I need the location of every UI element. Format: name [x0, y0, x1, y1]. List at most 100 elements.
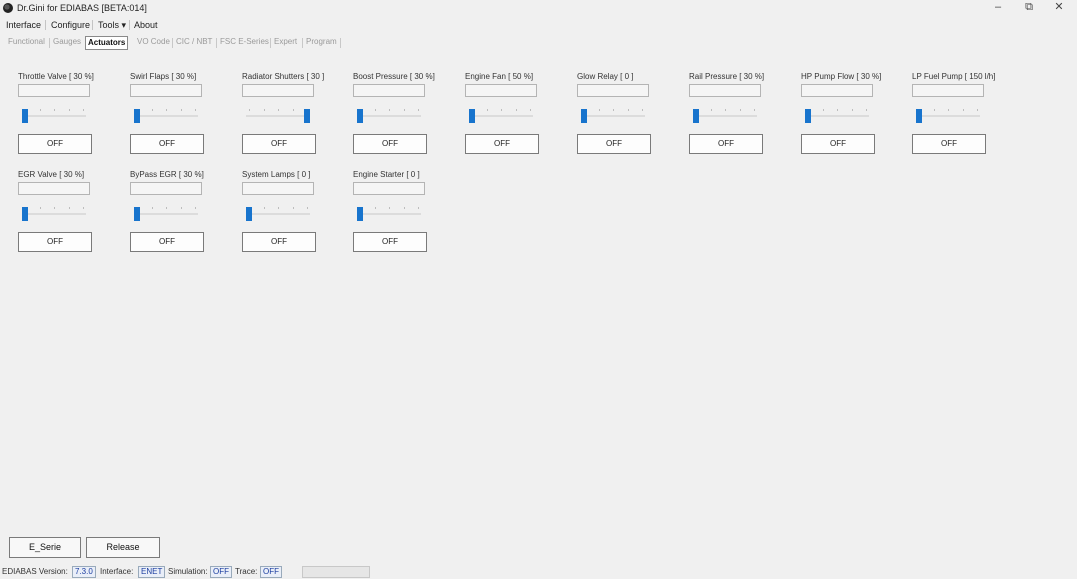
slider-thumb[interactable] — [357, 207, 363, 221]
slider-tick — [293, 109, 294, 111]
tab-cic-nbt[interactable]: CIC / NBT — [176, 37, 212, 46]
slider-thumb[interactable] — [22, 109, 28, 123]
release-button[interactable]: Release — [86, 537, 160, 558]
slider-thumb[interactable] — [805, 109, 811, 123]
slider-tick — [754, 109, 755, 111]
system-lamps-off-button[interactable]: OFF — [242, 232, 316, 252]
glow-relay-slider[interactable] — [581, 109, 645, 123]
minimize-button[interactable]: – — [982, 0, 1014, 17]
egr-valve-value-field[interactable] — [18, 182, 90, 195]
swirl-flaps-off-button[interactable]: OFF — [130, 134, 204, 154]
tab-fsc-e-series[interactable]: FSC E-Series — [220, 37, 269, 46]
slider-thumb[interactable] — [693, 109, 699, 123]
swirl-flaps-slider[interactable] — [134, 109, 198, 123]
egr-valve-off-button[interactable]: OFF — [18, 232, 92, 252]
engine-starter-value-field[interactable] — [353, 182, 425, 195]
slider-track — [357, 213, 421, 215]
tab-expert[interactable]: Expert — [274, 37, 297, 46]
glow-relay-value-field[interactable] — [577, 84, 649, 97]
slider-tick — [404, 109, 405, 111]
slider-tick — [264, 207, 265, 209]
slider-thumb[interactable] — [246, 207, 252, 221]
slider-track — [22, 213, 86, 215]
slider-thumb[interactable] — [22, 207, 28, 221]
slider-track — [581, 115, 645, 117]
tab-program[interactable]: Program — [306, 37, 337, 46]
glow-relay-label: Glow Relay [ 0 ] — [577, 72, 634, 81]
egr-valve-slider[interactable] — [22, 207, 86, 221]
lp-fuel-pump-value-field[interactable] — [912, 84, 984, 97]
throttle-valve-slider[interactable] — [22, 109, 86, 123]
slider-tick — [711, 109, 712, 111]
slider-thumb[interactable] — [469, 109, 475, 123]
bypass-egr-slider[interactable] — [134, 207, 198, 221]
slider-tick — [823, 109, 824, 111]
throttle-valve-value-field[interactable] — [18, 84, 90, 97]
slider-tick — [249, 109, 250, 111]
engine-starter-off-button[interactable]: OFF — [353, 232, 427, 252]
boost-pressure-value-field[interactable] — [353, 84, 425, 97]
slider-tick — [948, 109, 949, 111]
radiator-shutters-off-button[interactable]: OFF — [242, 134, 316, 154]
tab-gauges[interactable]: Gauges — [53, 37, 81, 46]
tab-vo-code[interactable]: VO Code — [137, 37, 170, 46]
close-button[interactable]: ✕ — [1043, 0, 1075, 17]
rail-pressure-value-field[interactable] — [689, 84, 761, 97]
restore-button[interactable]: ⧉ — [1013, 0, 1045, 17]
system-lamps-value-field[interactable] — [242, 182, 314, 195]
slider-thumb[interactable] — [581, 109, 587, 123]
boost-pressure-slider[interactable] — [357, 109, 421, 123]
lp-fuel-pump-slider[interactable] — [916, 109, 980, 123]
engine-starter-slider[interactable] — [357, 207, 421, 221]
slider-thumb[interactable] — [304, 109, 310, 123]
slider-tick — [725, 109, 726, 111]
slider-track — [134, 115, 198, 117]
tab-actuators[interactable]: Actuators — [85, 36, 129, 50]
slider-thumb[interactable] — [357, 109, 363, 123]
hp-pump-flow-off-button[interactable]: OFF — [801, 134, 875, 154]
rail-pressure-slider[interactable] — [693, 109, 757, 123]
progress-bar — [302, 566, 370, 578]
trace-label: Trace: — [235, 567, 258, 576]
menu-configure[interactable]: Configure — [51, 20, 90, 30]
bypass-egr-off-button[interactable]: OFF — [130, 232, 204, 252]
menu-tools[interactable]: Tools ▾ — [98, 20, 126, 31]
hp-pump-flow-value-field[interactable] — [801, 84, 873, 97]
slider-tick — [642, 109, 643, 111]
slider-tick — [264, 109, 265, 111]
bypass-egr-value-field[interactable] — [130, 182, 202, 195]
slider-tick — [152, 109, 153, 111]
hp-pump-flow-slider[interactable] — [805, 109, 869, 123]
menu-about[interactable]: About — [134, 20, 158, 30]
slider-tick — [195, 207, 196, 209]
slider-thumb[interactable] — [134, 109, 140, 123]
engine-fan-off-button[interactable]: OFF — [465, 134, 539, 154]
slider-tick — [852, 109, 853, 111]
boost-pressure-off-button[interactable]: OFF — [353, 134, 427, 154]
engine-fan-value-field[interactable] — [465, 84, 537, 97]
e-serie-button[interactable]: E_Serie — [9, 537, 81, 558]
throttle-valve-off-button[interactable]: OFF — [18, 134, 92, 154]
throttle-valve-label: Throttle Valve [ 30 %] — [18, 72, 94, 81]
slider-track — [22, 115, 86, 117]
slider-track — [357, 115, 421, 117]
radiator-shutters-label: Radiator Shutters [ 30 ] — [242, 72, 325, 81]
rail-pressure-off-button[interactable]: OFF — [689, 134, 763, 154]
interface-value: ENET — [138, 566, 166, 578]
engine-fan-slider[interactable] — [469, 109, 533, 123]
swirl-flaps-value-field[interactable] — [130, 84, 202, 97]
slider-track — [246, 213, 310, 215]
system-lamps-slider[interactable] — [246, 207, 310, 221]
lp-fuel-pump-off-button[interactable]: OFF — [912, 134, 986, 154]
menu-interface[interactable]: Interface — [6, 20, 41, 30]
tab-functional[interactable]: Functional — [8, 37, 45, 46]
slider-track — [916, 115, 980, 117]
radiator-shutters-slider[interactable] — [246, 109, 310, 123]
glow-relay-off-button[interactable]: OFF — [577, 134, 651, 154]
radiator-shutters-value-field[interactable] — [242, 84, 314, 97]
menu-bar: Interface Configure Tools ▾ About — [0, 18, 1077, 32]
slider-thumb[interactable] — [916, 109, 922, 123]
slider-tick — [934, 109, 935, 111]
slider-tick — [293, 207, 294, 209]
slider-thumb[interactable] — [134, 207, 140, 221]
